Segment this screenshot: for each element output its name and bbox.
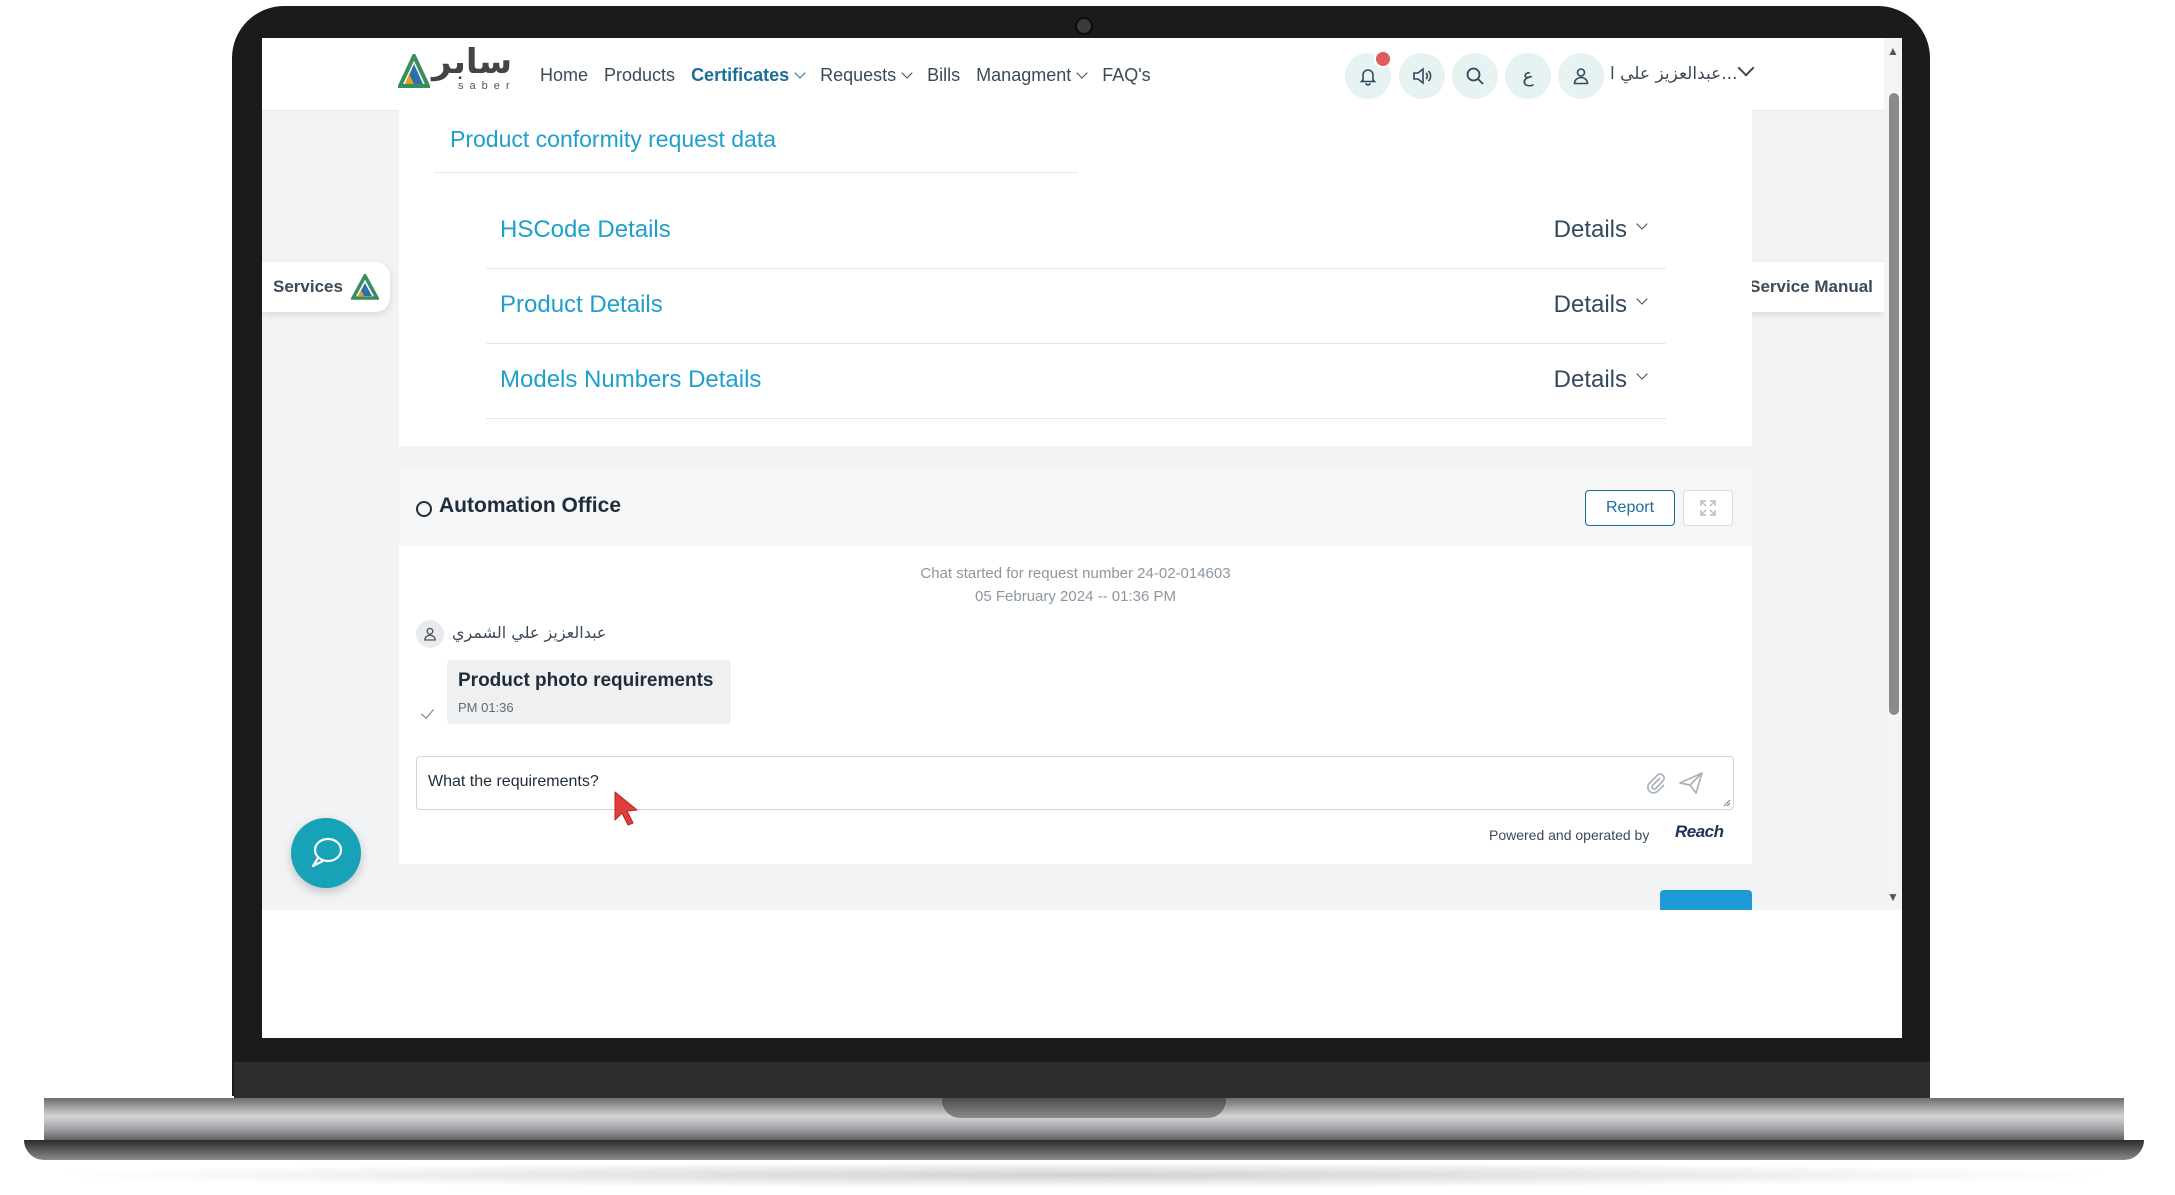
laptop-shadow	[40, 1162, 2130, 1188]
nav-products[interactable]: Products	[604, 65, 675, 86]
details-toggle[interactable]: Details	[1554, 216, 1648, 244]
chat-request-number: Chat started for request number 24-02-01…	[920, 565, 1231, 582]
chat-title: Automation Office	[439, 494, 621, 517]
resize-handle-icon[interactable]	[1721, 797, 1731, 807]
nav-requests[interactable]: Requests	[820, 65, 913, 86]
logo-text[interactable]: سابر	[432, 42, 513, 82]
language-icon: ع	[1522, 65, 1534, 87]
nav-faqs[interactable]: FAQ's	[1102, 65, 1150, 86]
chevron-down-icon	[901, 66, 913, 79]
chat-started-info: Chat started for request number 24-02-01…	[399, 562, 1752, 608]
laptop-screen: سابر saber Home Products Certificates Re…	[262, 38, 1902, 1038]
powered-by-text: Powered and operated by	[1489, 827, 1650, 843]
services-logo-icon	[350, 274, 379, 300]
expand-button[interactable]	[1683, 490, 1733, 526]
chat-started-date: 05 February 2024 -- 01:36 PM	[975, 588, 1176, 605]
scroll-down-arrow-icon[interactable]: ▼	[1886, 890, 1900, 904]
user-profile-button[interactable]	[1558, 53, 1604, 99]
accordion-label: HSCode Details	[500, 216, 671, 243]
accordion-hscode[interactable]: HSCode Details Details	[486, 194, 1666, 269]
mouse-cursor-icon	[614, 791, 638, 826]
accordion-product[interactable]: Product Details Details	[486, 269, 1666, 344]
message-time: PM 01:36	[458, 700, 514, 715]
user-icon	[424, 627, 436, 641]
chat-header: Automation Office Report	[399, 470, 1752, 546]
chevron-down-icon	[1076, 66, 1088, 79]
language-button[interactable]: ع	[1505, 53, 1551, 99]
services-label: Services	[273, 277, 343, 296]
nav-certificates[interactable]: Certificates	[691, 65, 806, 86]
chevron-down-icon	[1636, 368, 1648, 380]
chat-message: Product photo requirements PM 01:36	[447, 660, 731, 724]
bell-icon	[1359, 69, 1377, 86]
send-icon[interactable]	[1677, 770, 1705, 796]
scroll-up-arrow-icon[interactable]: ▲	[1886, 44, 1900, 58]
report-button[interactable]: Report	[1585, 490, 1675, 526]
user-icon	[1573, 68, 1589, 85]
sender-name: عبدالعزيز علي الشمري	[452, 623, 607, 642]
logo-subtext: saber	[458, 80, 516, 92]
nav-home[interactable]: Home	[540, 65, 588, 86]
user-name[interactable]: عبدالعزيز علي ا...	[1610, 64, 1737, 84]
laptop-base-edge	[24, 1140, 2144, 1160]
chat-office-icon	[416, 501, 432, 517]
main-nav: Home Products Certificates Requests Bill…	[540, 62, 1151, 88]
top-navbar: سابر saber Home Products Certificates Re…	[262, 38, 1884, 111]
paperclip-icon[interactable]	[1643, 770, 1669, 796]
accessibility-audio-button[interactable]	[1399, 53, 1445, 99]
chat-fab-button[interactable]	[291, 818, 361, 888]
chevron-down-icon	[1636, 293, 1648, 305]
accordion-models-numbers[interactable]: Models Numbers Details Details	[486, 344, 1666, 419]
details-toggle[interactable]: Details	[1554, 366, 1648, 394]
chat-bubble-icon	[311, 837, 343, 868]
accordion-label: Models Numbers Details	[500, 366, 762, 393]
details-toggle[interactable]: Details	[1554, 291, 1648, 319]
message-text: Product photo requirements	[458, 670, 714, 691]
chevron-down-icon	[794, 66, 806, 79]
service-manual-label: Service Manual	[1749, 277, 1873, 296]
nav-bills[interactable]: Bills	[927, 65, 960, 86]
user-menu-chevron-icon[interactable]	[1737, 59, 1755, 77]
services-tab[interactable]: Services	[262, 262, 390, 312]
automation-office-chat: Automation Office Report Chat started fo…	[399, 470, 1752, 864]
conformity-title: Product conformity request data	[450, 126, 776, 152]
search-icon	[1466, 67, 1484, 85]
primary-action-button[interactable]	[1660, 890, 1752, 910]
accordion-label: Product Details	[500, 291, 663, 318]
webcam	[1075, 17, 1093, 35]
notification-badge	[1374, 50, 1392, 68]
chevron-down-icon	[1636, 218, 1648, 230]
expand-icon	[1700, 500, 1716, 516]
browser-bottom-area	[262, 910, 1902, 1038]
avatar	[416, 620, 444, 648]
laptop-hinge	[234, 1062, 1930, 1100]
browser-viewport: سابر saber Home Products Certificates Re…	[262, 38, 1884, 910]
nav-managment[interactable]: Managment	[976, 65, 1088, 86]
scrollbar-thumb[interactable]	[1889, 93, 1899, 715]
sent-check-icon	[420, 705, 435, 719]
reach-logo: Reach	[1675, 822, 1724, 841]
message-input-value[interactable]: What the requirements?	[428, 773, 599, 791]
speaker-icon	[1413, 67, 1432, 85]
laptop-notch	[942, 1098, 1226, 1118]
saber-logo-mark[interactable]	[396, 51, 432, 95]
search-button[interactable]	[1452, 53, 1498, 99]
title-divider	[434, 172, 1078, 173]
